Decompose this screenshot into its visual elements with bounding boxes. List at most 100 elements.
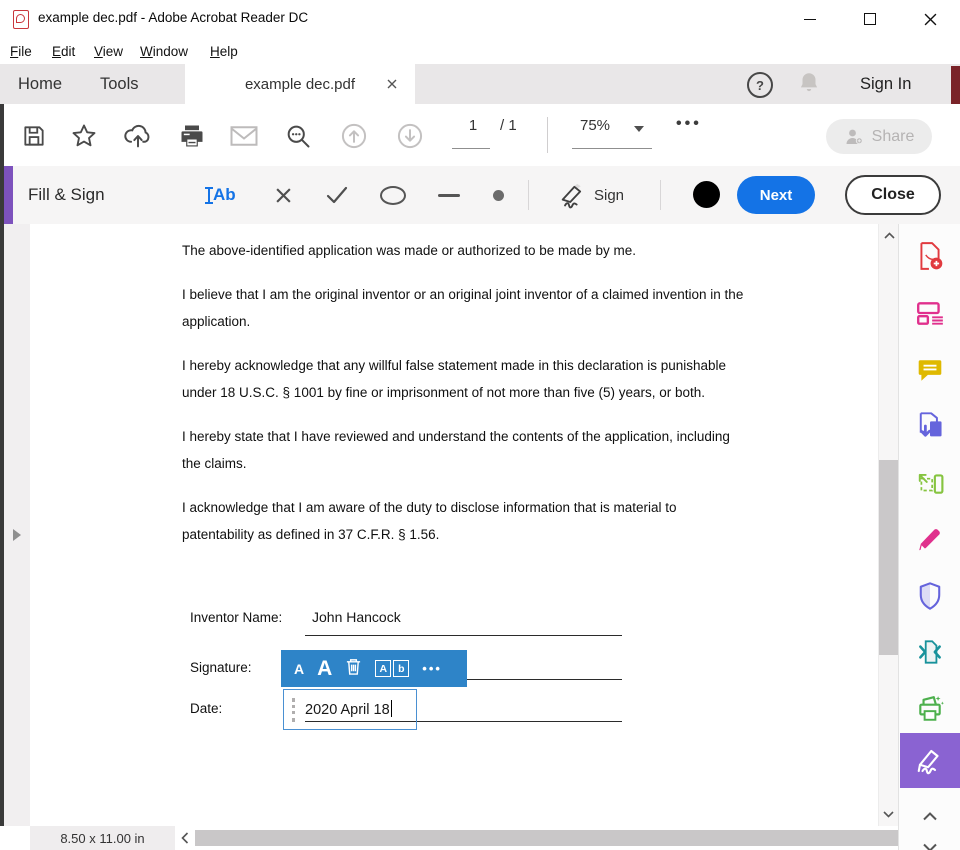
date-value[interactable]: 2020 April 18 <box>305 700 392 718</box>
help-icon[interactable]: ? <box>747 72 773 98</box>
sign-label: Sign <box>594 187 624 204</box>
search-icon <box>284 122 312 150</box>
add-text-tool[interactable]: Ab <box>208 180 236 210</box>
green-printer-icon <box>916 695 944 723</box>
pdf-file-icon <box>13 10 29 29</box>
share-button[interactable]: Share <box>826 119 932 154</box>
navigation-pane-strip <box>4 224 30 850</box>
sidebar-tool-create-pdf[interactable] <box>899 236 960 276</box>
inventor-name-value[interactable]: John Hancock <box>312 609 401 625</box>
tab-home[interactable]: Home <box>18 75 62 94</box>
create-pdf-icon <box>916 241 944 271</box>
chevron-up-icon <box>884 232 895 239</box>
sidebar-tool-organize-pages[interactable] <box>899 463 960 503</box>
next-view-button[interactable] <box>394 120 426 152</box>
more-tools-button[interactable]: ••• <box>676 115 702 133</box>
share-person-icon <box>844 128 865 146</box>
shield-icon <box>917 581 943 611</box>
paragraph: I hereby acknowledge that any willful fa… <box>182 352 744 406</box>
menu-help[interactable]: Help <box>210 44 238 59</box>
search-button[interactable] <box>282 120 314 152</box>
sidebar-tool-compress-pdf[interactable] <box>899 632 960 672</box>
sign-tool[interactable]: Sign <box>558 180 624 210</box>
fill-sign-title: Fill & Sign <box>28 185 105 205</box>
tab-close-icon[interactable] <box>387 79 397 89</box>
sidebar-tool-combine-files[interactable] <box>899 293 960 333</box>
star-favorite-button[interactable] <box>68 120 100 152</box>
add-checkmark-tool[interactable] <box>322 180 352 210</box>
edit-pencil-icon <box>916 527 944 553</box>
notifications-bell-icon[interactable] <box>796 70 822 101</box>
sidebar-tool-protect[interactable] <box>899 576 960 616</box>
previous-view-button[interactable] <box>338 120 370 152</box>
comb-field-button[interactable]: Ab <box>375 660 409 677</box>
next-button[interactable]: Next <box>737 176 815 214</box>
sidebar-tool-print-scan[interactable] <box>899 689 960 729</box>
vertical-scrollbar-thumb[interactable] <box>879 460 898 655</box>
decrease-font-button[interactable]: A <box>294 661 304 677</box>
expand-nav-pane-icon[interactable] <box>13 529 21 541</box>
scroll-down-button[interactable] <box>878 805 898 823</box>
add-circle-tool[interactable] <box>378 180 408 210</box>
sidebar-tool-export-pdf[interactable] <box>899 406 960 446</box>
tab-tools[interactable]: Tools <box>100 75 139 94</box>
comment-icon <box>916 357 944 383</box>
scroll-up-button[interactable] <box>879 226 899 244</box>
minimize-icon <box>804 19 816 20</box>
cloud-upload-icon <box>123 123 153 149</box>
add-dot-tool[interactable] <box>490 180 506 210</box>
fill-sign-separator <box>528 180 529 210</box>
window-title: example dec.pdf - Adobe Acrobat Reader D… <box>38 10 308 25</box>
date-label: Date: <box>190 701 222 716</box>
date-text-field[interactable]: 2020 April 18 <box>283 689 417 730</box>
field-drag-handle-icon[interactable] <box>292 698 295 722</box>
add-line-tool[interactable] <box>436 180 462 210</box>
cloud-upload-button[interactable] <box>122 120 154 152</box>
scroll-left-button[interactable] <box>175 826 195 850</box>
sign-in-button[interactable]: Sign In <box>860 75 911 94</box>
save-icon <box>21 123 47 149</box>
delete-field-button[interactable] <box>345 657 362 681</box>
document-tab-title: example dec.pdf <box>245 76 355 93</box>
chevron-down-icon[interactable] <box>634 126 644 132</box>
sidebar-tool-fill-and-sign-active[interactable] <box>900 733 960 788</box>
close-window-button[interactable] <box>910 4 950 34</box>
fill-sign-toolbar: Fill & Sign Ab Sign Next Clo <box>0 166 960 225</box>
field-options-popup: A A Ab ••• <box>281 650 467 687</box>
export-pdf-icon <box>915 411 945 441</box>
trash-icon <box>345 657 362 676</box>
paragraph: I acknowledge that I am aware of the dut… <box>182 494 744 548</box>
zoom-level-value[interactable]: 75% <box>580 117 610 134</box>
save-button[interactable] <box>18 120 50 152</box>
menu-edit[interactable]: Edit <box>52 44 75 59</box>
increase-font-button[interactable]: A <box>317 657 332 681</box>
menu-window[interactable]: Window <box>140 44 188 59</box>
paragraph: I hereby state that I have reviewed and … <box>182 423 744 477</box>
menu-view[interactable]: View <box>94 44 123 59</box>
page-total-label: / 1 <box>500 117 517 134</box>
close-fill-sign-button[interactable]: Close <box>845 175 941 215</box>
page-number-underline <box>452 148 490 149</box>
tab-document[interactable]: example dec.pdf <box>185 64 415 104</box>
horizontal-scrollbar-thumb[interactable] <box>195 830 898 846</box>
tab-bar: Home Tools example dec.pdf ? Sign In <box>0 64 960 105</box>
main-toolbar: 1 / 1 75% ••• Share <box>0 104 960 167</box>
star-icon <box>70 122 98 150</box>
menu-file[interactable]: File <box>10 44 32 59</box>
chevron-up-icon <box>922 812 938 821</box>
print-button[interactable] <box>176 120 208 152</box>
add-x-tool[interactable] <box>270 180 296 210</box>
more-options-button[interactable]: ••• <box>422 661 442 676</box>
zoom-underline <box>572 148 652 149</box>
sidebar-tool-comment[interactable] <box>899 350 960 390</box>
color-swatch-black[interactable] <box>693 181 720 208</box>
page-number-input[interactable]: 1 <box>458 117 488 134</box>
chevron-left-icon <box>181 832 189 844</box>
sidebar-tool-edit-pdf[interactable] <box>899 520 960 560</box>
signature-label: Signature: <box>190 660 252 675</box>
inventor-underline <box>305 635 622 636</box>
sidebar-scroll-down[interactable] <box>899 827 960 850</box>
minimize-button[interactable] <box>790 4 830 34</box>
email-button[interactable] <box>228 120 260 152</box>
maximize-button[interactable] <box>850 4 890 34</box>
